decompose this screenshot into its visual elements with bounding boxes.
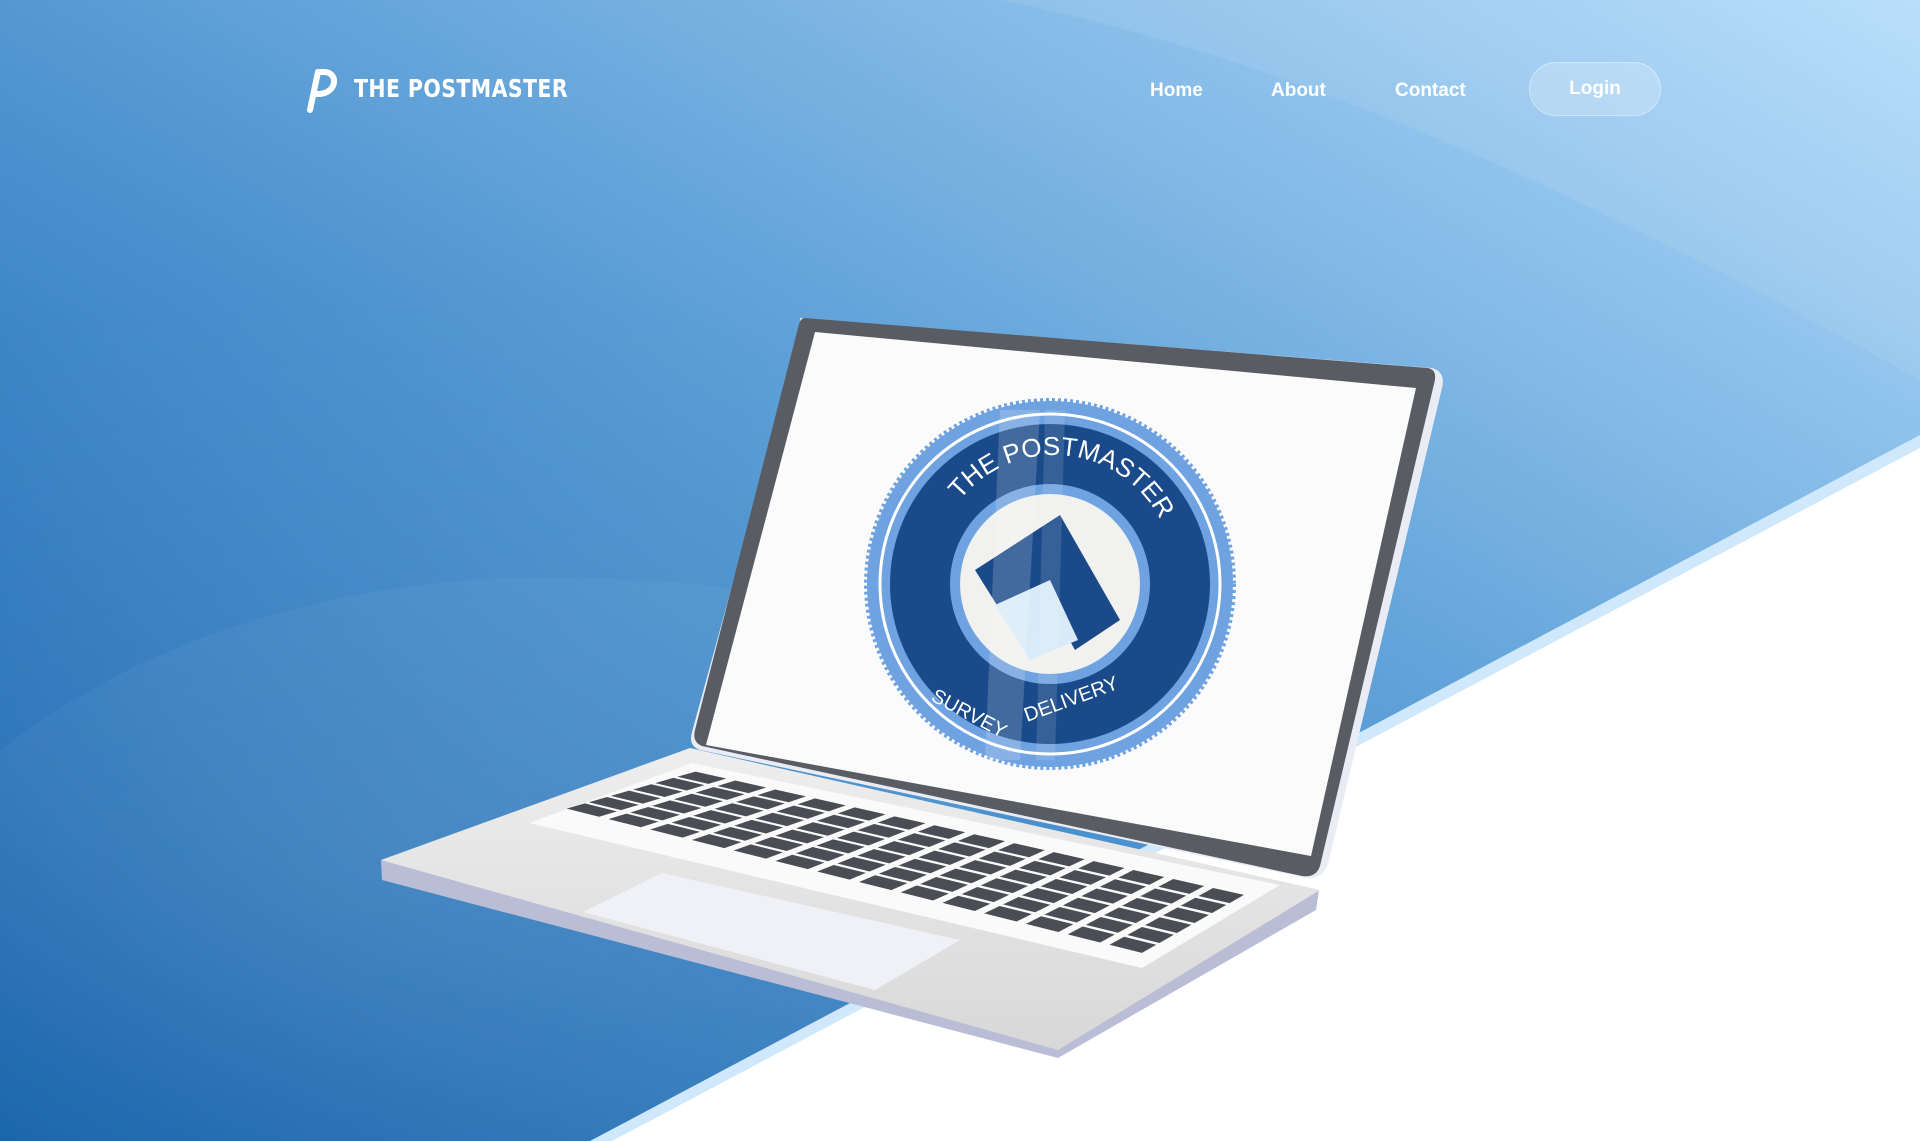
laptop-illustration: THE POSTMASTER SURVEY DELIVERY: [381, 318, 1443, 1058]
postmaster-badge: THE POSTMASTER SURVEY DELIVERY: [864, 398, 1236, 770]
landing-page: THE POSTMASTER Home About Contact Login: [0, 0, 1920, 1141]
